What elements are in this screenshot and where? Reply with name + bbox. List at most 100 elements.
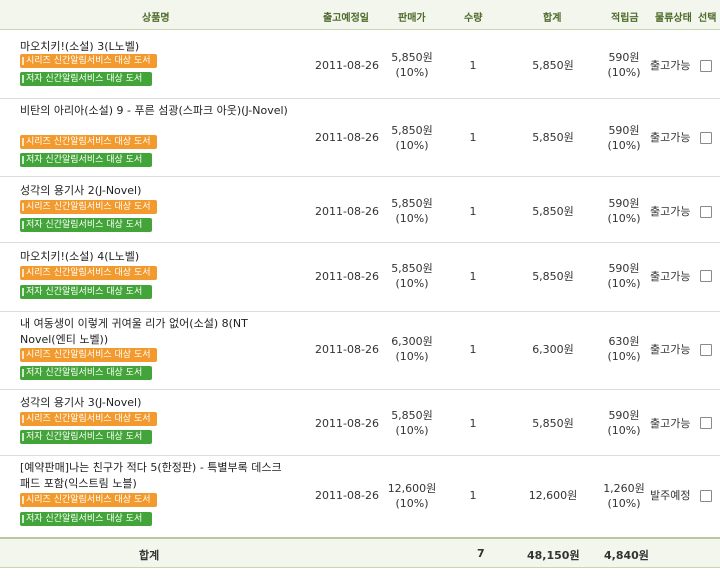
table-row: 성각의 용기사 2(J-Novel) 시리즈 신간알림서비스 대상 도서 저자 …	[0, 178, 720, 243]
points: 590원	[608, 409, 640, 422]
logistics-status: 출고가능	[650, 417, 691, 430]
header-status: 물류상태	[655, 13, 692, 24]
logistics-status: 발주예정	[650, 489, 691, 502]
product-title[interactable]: 비탄의 아리아(소설) 9 - 푸른 섬광(스파크 아웃)(J-Novel)	[20, 103, 295, 119]
header-ship-date: 출고예정일	[323, 13, 369, 24]
sale-price: 5,850원	[391, 262, 433, 275]
header-points: 적립금	[611, 13, 639, 24]
summary-points: 4,840원	[604, 549, 649, 562]
series-alert-badge[interactable]: 시리즈 신간알림서비스 대상 도서	[20, 493, 157, 507]
ship-date: 2011-08-26	[315, 270, 379, 283]
select-checkbox[interactable]	[700, 490, 712, 502]
line-total: 5,850원	[532, 131, 574, 144]
logistics-status: 출고가능	[650, 131, 691, 144]
author-alert-badge[interactable]: 저자 신간알림서비스 대상 도서	[20, 430, 152, 444]
product-title[interactable]: 성각의 용기사 3(J-Novel)	[20, 395, 295, 411]
discount-rate: (10%)	[395, 497, 429, 510]
series-alert-badge[interactable]: 시리즈 신간알림서비스 대상 도서	[20, 412, 157, 426]
discount-rate: (10%)	[395, 424, 429, 437]
quantity: 1	[469, 131, 477, 144]
sale-price: 6,300원	[391, 335, 433, 348]
line-total: 6,300원	[532, 343, 574, 356]
points: 590원	[608, 124, 640, 137]
discount-rate: (10%)	[395, 66, 429, 79]
logistics-status: 출고가능	[650, 343, 691, 356]
logistics-status: 출고가능	[650, 270, 691, 283]
points-rate: (10%)	[607, 497, 641, 510]
points: 1,260원	[603, 482, 645, 495]
product-title[interactable]: 마오치키!(소설) 3(L노벨)	[20, 39, 295, 55]
header-qty: 수량	[464, 13, 483, 24]
select-checkbox[interactable]	[700, 132, 712, 144]
discount-rate: (10%)	[395, 212, 429, 225]
ship-date: 2011-08-26	[315, 417, 379, 430]
points-rate: (10%)	[607, 424, 641, 437]
table-row: [예약판매]나는 친구가 적다 5(한정판) - 특별부록 데스크 패드 포함(…	[0, 457, 720, 536]
table-row: 마오치키!(소설) 3(L노벨) 시리즈 신간알림서비스 대상 도서 저자 신간…	[0, 31, 720, 99]
product-title[interactable]: 마오치키!(소설) 4(L노벨)	[20, 249, 295, 265]
sale-price: 5,850원	[391, 51, 433, 64]
series-alert-badge[interactable]: 시리즈 신간알림서비스 대상 도서	[20, 348, 157, 362]
product-title[interactable]: 내 여동생이 이렇게 귀여울 리가 없어(소설) 8(NT Novel(엔티 노…	[20, 316, 295, 348]
select-checkbox[interactable]	[700, 206, 712, 218]
header-select: 선택	[698, 13, 717, 24]
points-rate: (10%)	[607, 277, 641, 290]
sale-price: 5,850원	[391, 124, 433, 137]
series-alert-badge[interactable]: 시리즈 신간알림서비스 대상 도서	[20, 200, 157, 214]
ship-date: 2011-08-26	[315, 59, 379, 72]
line-total: 12,600원	[528, 489, 578, 502]
quantity: 1	[469, 343, 477, 356]
logistics-status: 출고가능	[650, 59, 691, 72]
product-title[interactable]: 성각의 용기사 2(J-Novel)	[20, 183, 295, 199]
summary-qty: 7	[477, 547, 485, 560]
points-rate: (10%)	[607, 212, 641, 225]
quantity: 1	[469, 205, 477, 218]
table-row: 내 여동생이 이렇게 귀여울 리가 없어(소설) 8(NT Novel(엔티 노…	[0, 313, 720, 390]
header-total: 합계	[543, 13, 562, 24]
series-alert-badge[interactable]: 시리즈 신간알림서비스 대상 도서	[20, 135, 157, 149]
ship-date: 2011-08-26	[315, 343, 379, 356]
author-alert-badge[interactable]: 저자 신간알림서비스 대상 도서	[20, 153, 152, 167]
logistics-status: 출고가능	[650, 205, 691, 218]
points: 590원	[608, 197, 640, 210]
discount-rate: (10%)	[395, 139, 429, 152]
author-alert-badge[interactable]: 저자 신간알림서비스 대상 도서	[20, 512, 152, 526]
header-product: 상품명	[142, 13, 170, 24]
table-row: 성각의 용기사 3(J-Novel) 시리즈 신간알림서비스 대상 도서 저자 …	[0, 391, 720, 456]
points: 630원	[608, 335, 640, 348]
discount-rate: (10%)	[395, 350, 429, 363]
summary-label: 합계	[139, 549, 160, 562]
table-header: 상품명 출고예정일 판매가 수량 합계 적립금 물류상태 선택	[0, 0, 720, 30]
series-alert-badge[interactable]: 시리즈 신간알림서비스 대상 도서	[20, 266, 157, 280]
sale-price: 12,600원	[387, 482, 437, 495]
ship-date: 2011-08-26	[315, 205, 379, 218]
series-alert-badge[interactable]: 시리즈 신간알림서비스 대상 도서	[20, 54, 157, 68]
points-rate: (10%)	[607, 66, 641, 79]
table-row: 마오치키!(소설) 4(L노벨) 시리즈 신간알림서비스 대상 도서 저자 신간…	[0, 244, 720, 312]
author-alert-badge[interactable]: 저자 신간알림서비스 대상 도서	[20, 285, 152, 299]
points-rate: (10%)	[607, 139, 641, 152]
line-total: 5,850원	[532, 417, 574, 430]
discount-rate: (10%)	[395, 277, 429, 290]
select-checkbox[interactable]	[700, 270, 712, 282]
select-checkbox[interactable]	[700, 417, 712, 429]
header-price: 판매가	[398, 13, 426, 24]
author-alert-badge[interactable]: 저자 신간알림서비스 대상 도서	[20, 366, 152, 380]
summary-total: 48,150원	[527, 549, 580, 562]
product-title[interactable]: [예약판매]나는 친구가 적다 5(한정판) - 특별부록 데스크 패드 포함(…	[20, 460, 295, 492]
points: 590원	[608, 51, 640, 64]
line-total: 5,850원	[532, 205, 574, 218]
ship-date: 2011-08-26	[315, 131, 379, 144]
ship-date: 2011-08-26	[315, 489, 379, 502]
line-total: 5,850원	[532, 59, 574, 72]
quantity: 1	[469, 489, 477, 502]
summary-row: 합계 7 48,150원 4,840원	[0, 537, 720, 568]
quantity: 1	[469, 270, 477, 283]
points-rate: (10%)	[607, 350, 641, 363]
author-alert-badge[interactable]: 저자 신간알림서비스 대상 도서	[20, 72, 152, 86]
author-alert-badge[interactable]: 저자 신간알림서비스 대상 도서	[20, 218, 152, 232]
select-checkbox[interactable]	[700, 60, 712, 72]
select-checkbox[interactable]	[700, 344, 712, 356]
points: 590원	[608, 262, 640, 275]
line-total: 5,850원	[532, 270, 574, 283]
